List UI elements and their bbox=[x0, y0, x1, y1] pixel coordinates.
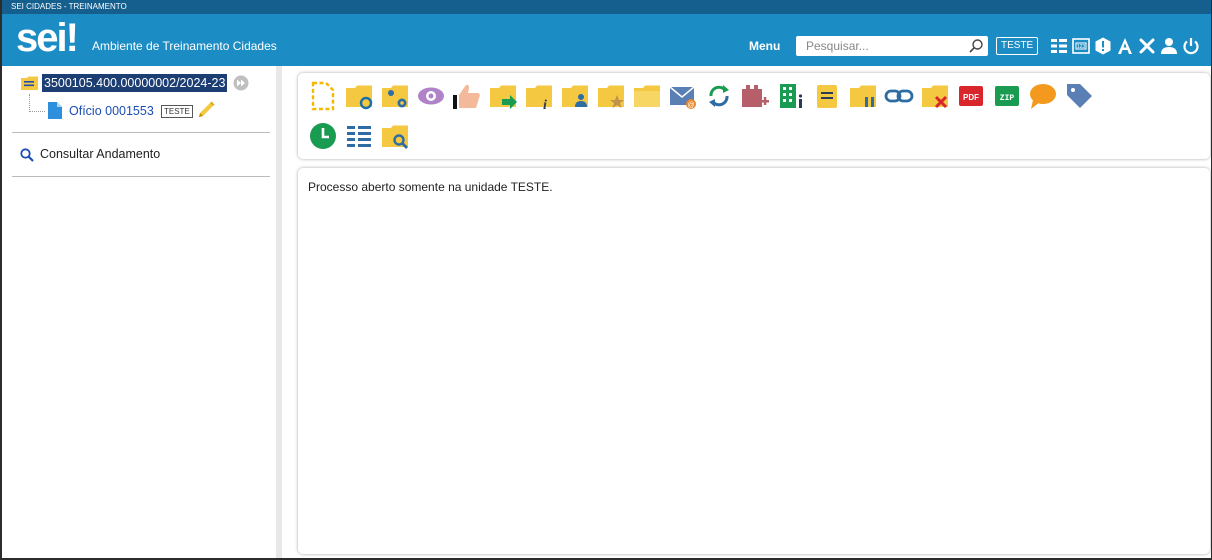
app-window: SEI CIDADES - TREINAMENTO sei! Ambiente … bbox=[0, 0, 1212, 560]
list-tree-icon[interactable] bbox=[344, 121, 374, 151]
svg-text:@: @ bbox=[687, 102, 694, 109]
window-title: SEI CIDADES - TREINAMENTO bbox=[11, 2, 127, 11]
process-folder-icon[interactable] bbox=[21, 76, 39, 91]
suspend-process-icon[interactable] bbox=[848, 81, 878, 111]
search-icon[interactable] bbox=[968, 38, 984, 54]
note-icon[interactable] bbox=[812, 81, 842, 111]
folder-icon[interactable] bbox=[632, 81, 662, 111]
consult-progress-label: Consultar Andamento bbox=[40, 147, 161, 161]
tag-icon[interactable] bbox=[1064, 81, 1094, 111]
search-folder-icon[interactable] bbox=[380, 121, 410, 151]
sei-logo[interactable]: sei! bbox=[16, 18, 79, 58]
tree-connector bbox=[29, 94, 45, 112]
numbering-icon[interactable]: 123 bbox=[1072, 37, 1090, 55]
add-block-icon[interactable] bbox=[740, 81, 770, 111]
follow-process-icon[interactable] bbox=[344, 81, 374, 111]
send-process-icon[interactable] bbox=[488, 81, 518, 111]
separator bbox=[12, 176, 270, 177]
process-tree-panel: 3500105.400.00000002/2024-23 Ofício 0001… bbox=[2, 66, 282, 558]
send-email-icon[interactable]: @ bbox=[668, 81, 698, 111]
content-panel: Processo aberto somente na unidade TESTE… bbox=[298, 168, 1210, 554]
font-size-icon[interactable] bbox=[1116, 37, 1134, 55]
logo-text: sei bbox=[16, 16, 68, 60]
units-icon[interactable] bbox=[776, 81, 806, 111]
document-icon[interactable] bbox=[48, 102, 62, 119]
document-link[interactable]: Ofício 0001553 bbox=[69, 104, 154, 118]
logo-mark: ! bbox=[65, 16, 79, 60]
svg-text:i: i bbox=[543, 98, 547, 111]
process-number[interactable]: 3500105.400.00000002/2024-23 bbox=[42, 74, 228, 92]
alert-icon[interactable] bbox=[1094, 37, 1112, 55]
unit-badge[interactable]: TESTE bbox=[996, 37, 1039, 55]
environment-title: Ambiente de Treinamento Cidades bbox=[92, 39, 277, 53]
process-info-icon[interactable]: i bbox=[524, 81, 554, 111]
pdf-icon[interactable]: PDF bbox=[956, 81, 986, 111]
list-view-icon[interactable] bbox=[1050, 37, 1068, 55]
refresh-icon[interactable] bbox=[704, 81, 734, 111]
link-process-icon[interactable] bbox=[884, 81, 914, 111]
window-title-bar: SEI CIDADES - TREINAMENTO bbox=[2, 0, 1211, 14]
header-bar: sei! Ambiente de Treinamento Cidades Men… bbox=[2, 14, 1211, 66]
separator bbox=[12, 132, 270, 133]
svg-text:PDF: PDF bbox=[963, 93, 979, 102]
signature-pen-icon[interactable] bbox=[196, 100, 216, 120]
document-unit-badge: TESTE bbox=[161, 105, 193, 118]
new-document-icon[interactable] bbox=[308, 81, 338, 111]
user-icon[interactable] bbox=[1160, 37, 1178, 55]
expand-all-icon[interactable] bbox=[233, 75, 249, 91]
menu-button[interactable]: Menu bbox=[749, 39, 780, 53]
search-box bbox=[796, 36, 988, 56]
comment-icon[interactable] bbox=[1028, 81, 1058, 111]
process-action-toolbar: i @ PDF ZIP bbox=[298, 73, 1210, 159]
history-clock-icon[interactable] bbox=[308, 121, 338, 151]
process-settings-icon[interactable] bbox=[380, 81, 410, 111]
assign-process-icon[interactable] bbox=[560, 81, 590, 111]
svg-text:123: 123 bbox=[1077, 44, 1086, 50]
status-message: Processo aberto somente na unidade TESTE… bbox=[308, 180, 553, 194]
zip-icon[interactable]: ZIP bbox=[992, 81, 1022, 111]
search-icon bbox=[20, 148, 34, 162]
hand-like-icon[interactable] bbox=[452, 81, 482, 111]
close-process-icon[interactable] bbox=[920, 81, 950, 111]
view-icon[interactable] bbox=[416, 81, 446, 111]
favorite-process-icon[interactable] bbox=[596, 81, 626, 111]
power-icon[interactable] bbox=[1182, 37, 1200, 55]
search-input[interactable] bbox=[796, 36, 966, 56]
tools-icon[interactable] bbox=[1138, 37, 1156, 55]
svg-text:ZIP: ZIP bbox=[1000, 94, 1015, 103]
